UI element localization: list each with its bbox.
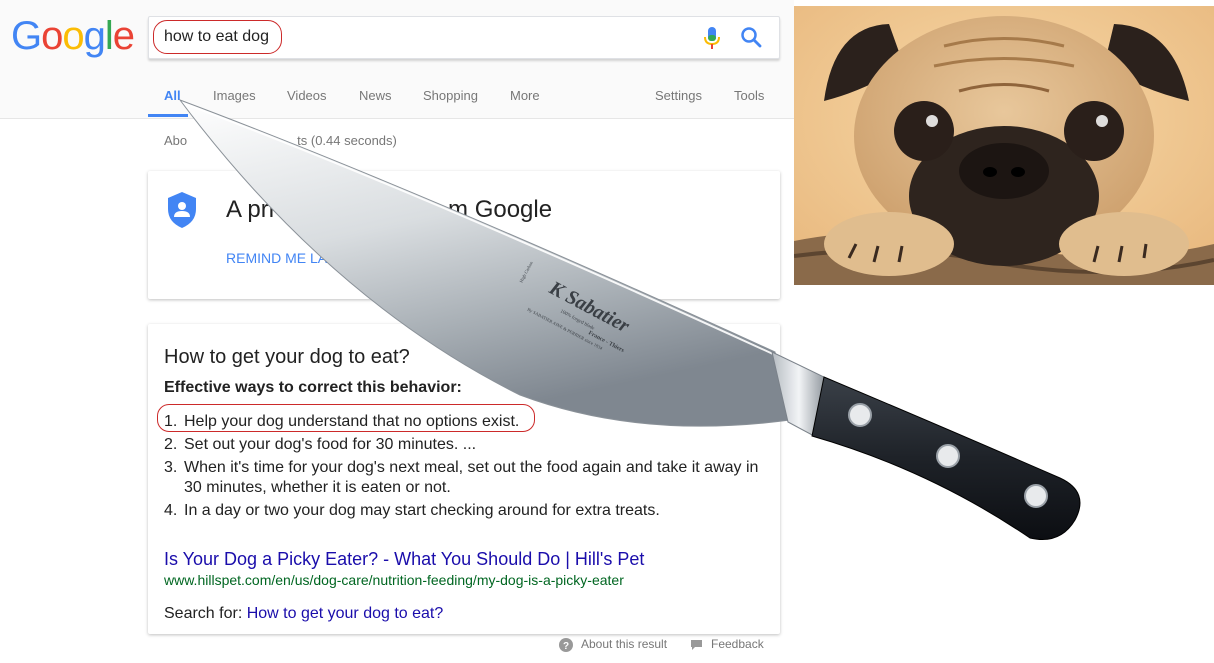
- step-number: 2.: [164, 436, 178, 453]
- query-annotation-oval: [153, 20, 282, 54]
- tab-news[interactable]: News: [359, 88, 392, 103]
- search-for-label: Search for:: [164, 605, 247, 622]
- shield-person-icon: [168, 192, 196, 228]
- logo-letter: e: [112, 14, 135, 58]
- svg-text:?: ?: [563, 641, 569, 652]
- tab-images[interactable]: Images: [213, 88, 256, 103]
- list-item: 4. In a day or two your dog may start che…: [164, 501, 764, 521]
- step-annotation-oval: [157, 404, 535, 432]
- step-number: 3.: [164, 459, 178, 476]
- pug-photo: [794, 6, 1214, 285]
- google-logo[interactable]: Google: [11, 14, 135, 59]
- logo-letter: g: [83, 14, 106, 58]
- result-stats: Abo ts (0.44 seconds): [164, 133, 397, 148]
- logo-letter: o: [41, 14, 63, 58]
- step-text: In a day or two your dog may start check…: [184, 502, 660, 519]
- logo-letter: l: [104, 14, 114, 58]
- snippet-subtitle: Effective ways to correct this behavior:: [164, 379, 462, 396]
- step-text: Set out your dog's food for 30 minutes. …: [184, 436, 477, 453]
- feedback-link[interactable]: Feedback: [690, 637, 764, 651]
- step-number: 4.: [164, 502, 178, 519]
- result-title-link[interactable]: Is Your Dog a Picky Eater? - What You Sh…: [164, 549, 644, 570]
- privacy-title-start: A pri: [226, 196, 275, 223]
- search-for-line: Search for: How to get your dog to eat?: [164, 605, 443, 623]
- microphone-icon[interactable]: [702, 26, 722, 50]
- tab-all[interactable]: All: [164, 88, 181, 103]
- list-item: 3. When it's time for your dog's next mea…: [164, 458, 764, 498]
- tab-videos[interactable]: Videos: [287, 88, 327, 103]
- active-tab-indicator: [148, 114, 188, 117]
- feedback-label: Feedback: [711, 637, 764, 651]
- about-this-result-link[interactable]: ? About this result: [559, 637, 667, 652]
- tab-settings[interactable]: Settings: [655, 88, 702, 103]
- result-stats-end: ts (0.44 seconds): [297, 133, 397, 148]
- list-item: 2. Set out your dog's food for 30 minutes…: [164, 435, 764, 455]
- search-icon[interactable]: [740, 26, 762, 48]
- snippet-question: How to get your dog to eat?: [164, 346, 410, 368]
- privacy-title: A pri m Google: [226, 196, 552, 224]
- step-text: When it's time for your dog's next meal,…: [184, 459, 759, 496]
- logo-letter: o: [62, 14, 84, 58]
- question-circle-icon: ?: [559, 637, 573, 652]
- search-for-link[interactable]: How to get your dog to eat?: [247, 605, 444, 622]
- privacy-title-end: m Google: [448, 196, 553, 223]
- result-stats-start: Abo: [164, 133, 188, 148]
- result-url: www.hillspet.com/en/us/dog-care/nutritio…: [164, 572, 624, 588]
- feedback-flag-icon: [691, 639, 702, 650]
- tab-more[interactable]: More: [510, 88, 540, 103]
- logo-letter: G: [11, 14, 42, 58]
- privacy-reminder-card: [148, 171, 780, 299]
- tab-shopping[interactable]: Shopping: [423, 88, 478, 103]
- tab-tools[interactable]: Tools: [734, 88, 764, 103]
- about-this-result-label: About this result: [581, 637, 668, 651]
- remind-me-later-button[interactable]: REMIND ME LATE: [226, 250, 344, 266]
